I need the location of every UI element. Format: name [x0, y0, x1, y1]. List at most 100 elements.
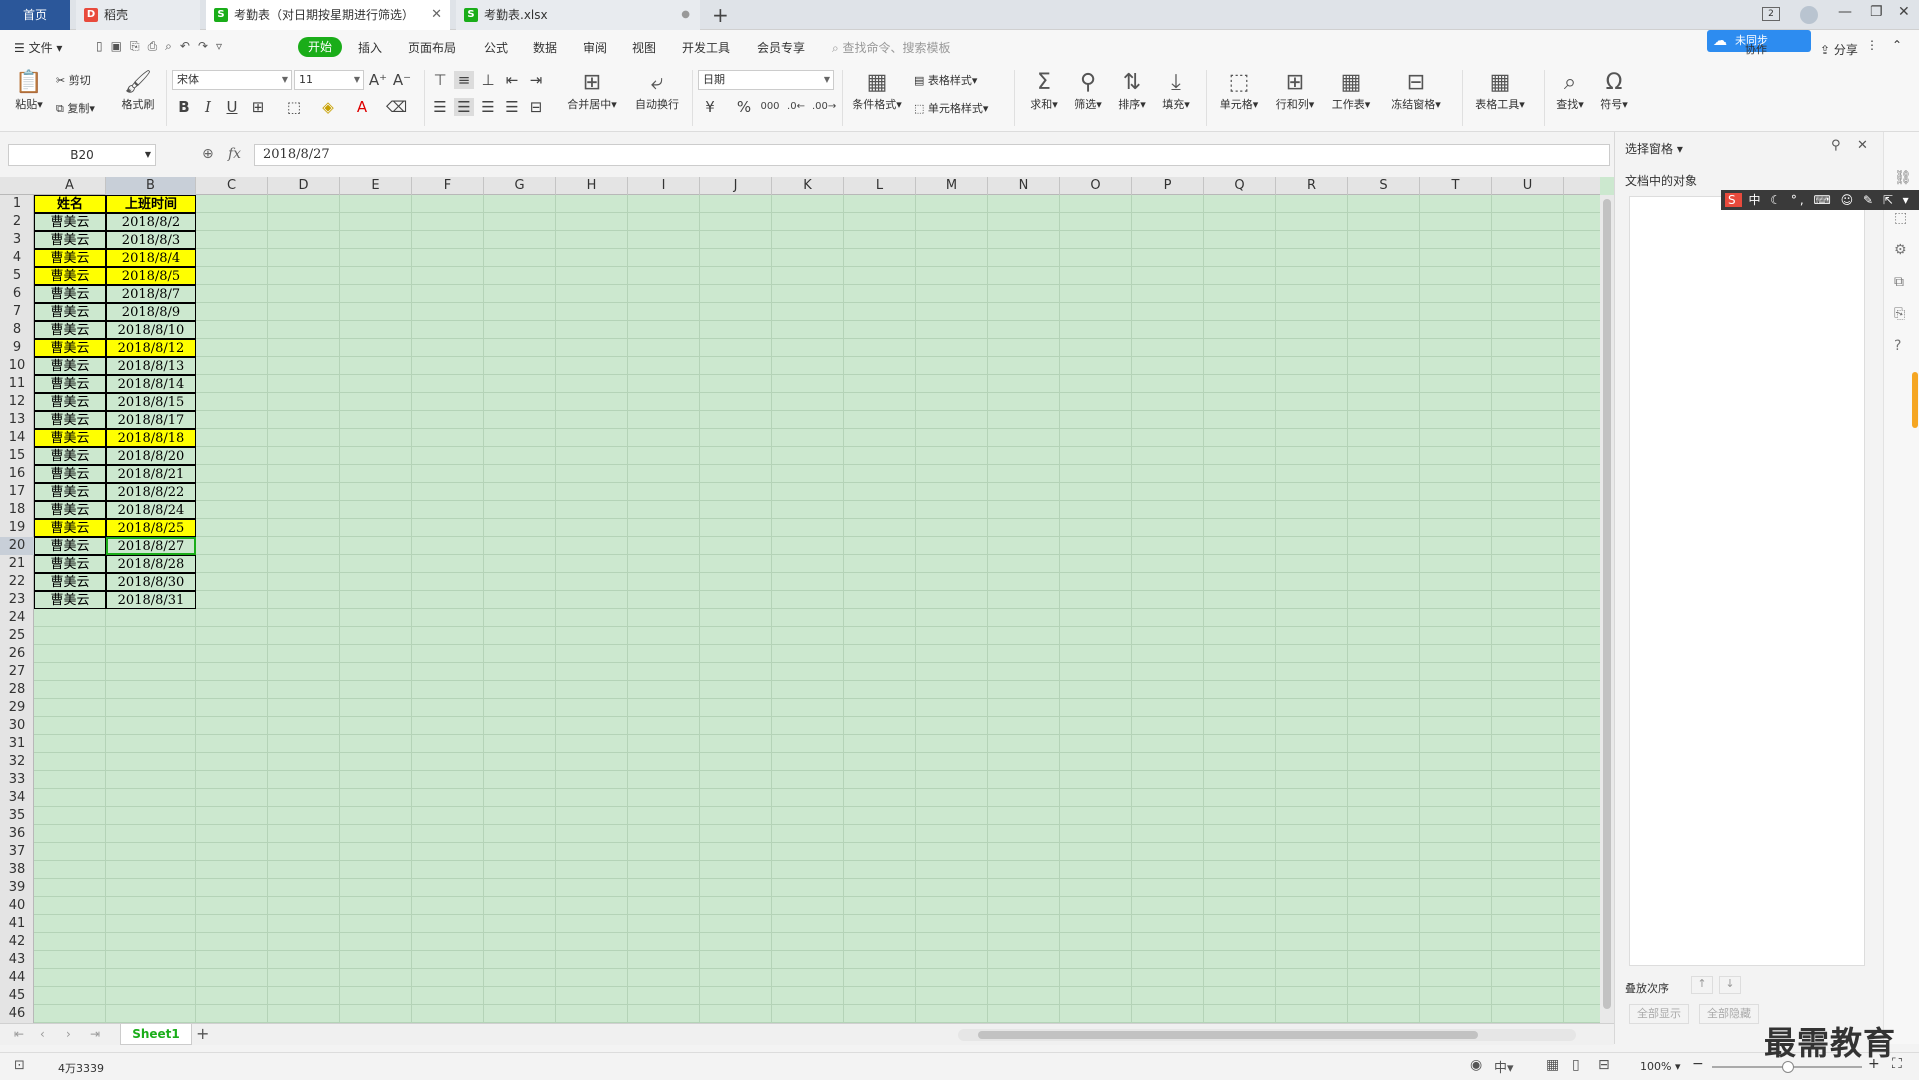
share-button[interactable]: ⇪ 分享	[1820, 41, 1858, 58]
save-icon[interactable]: ▣	[111, 39, 130, 53]
table-style-button[interactable]: ▤ 表格样式▾	[914, 72, 977, 88]
row-header[interactable]: 36	[0, 825, 34, 843]
hide-all-button[interactable]: 全部隐藏	[1699, 1004, 1759, 1024]
paste-button[interactable]: 📋 粘贴▾	[10, 70, 48, 112]
wrap-text-button[interactable]: ⤶ 自动换行	[630, 70, 684, 112]
italic-button[interactable]: I	[198, 98, 218, 116]
menu-start[interactable]: 开始	[298, 37, 342, 57]
sort-button[interactable]: ⇅ 排序▾	[1112, 70, 1152, 112]
column-header-M[interactable]: M	[916, 177, 988, 195]
cell-button[interactable]: ⬚ 单元格▾	[1214, 70, 1264, 112]
font-shrink-icon[interactable]: A⁻	[392, 71, 412, 89]
bold-button[interactable]: B	[174, 98, 194, 116]
fx-button[interactable]: fx	[228, 146, 241, 162]
column-header-U[interactable]: U	[1492, 177, 1564, 195]
header-name-cell[interactable]: 姓名	[34, 195, 106, 213]
name-cell[interactable]: 曹美云	[34, 483, 106, 501]
column-header-D[interactable]: D	[268, 177, 340, 195]
normal-view-icon[interactable]: ▦	[1546, 1057, 1559, 1073]
indent-decrease-icon[interactable]: ⇤	[502, 71, 522, 89]
name-cell[interactable]: 曹美云	[34, 375, 106, 393]
date-cell[interactable]: 2018/8/4	[106, 249, 196, 267]
thousands-icon[interactable]: 000	[760, 98, 780, 116]
row-header[interactable]: 3	[0, 231, 34, 249]
prev-sheet-icon[interactable]: ‹	[40, 1027, 45, 1041]
row-header[interactable]: 34	[0, 789, 34, 807]
column-header-C[interactable]: C	[196, 177, 268, 195]
distribute-icon[interactable]: ⊟	[526, 98, 546, 116]
row-header[interactable]: 26	[0, 645, 34, 663]
menu-review[interactable]: 审阅	[583, 39, 607, 56]
name-cell[interactable]: 曹美云	[34, 393, 106, 411]
avatar[interactable]	[1800, 6, 1818, 24]
minimize-icon[interactable]: —	[1838, 4, 1852, 20]
selection-pane-title[interactable]: 选择窗格 ▾	[1625, 140, 1683, 157]
date-cell[interactable]: 2018/8/14	[106, 375, 196, 393]
row-header[interactable]: 4	[0, 249, 34, 267]
name-cell[interactable]: 曹美云	[34, 249, 106, 267]
macro-icon[interactable]: ⊡	[14, 1058, 25, 1073]
close-icon[interactable]: ✕	[1857, 138, 1868, 153]
worksheet-button[interactable]: ▦ 工作表▾	[1326, 70, 1376, 112]
cell-format-icon[interactable]: ⬚	[284, 98, 304, 116]
row-header[interactable]: 10	[0, 357, 34, 375]
tab-attendance-filter[interactable]: S 考勤表（对日期按星期进行筛选） ✕	[206, 0, 450, 30]
header-time-cell[interactable]: 上班时间	[106, 195, 196, 213]
select-icon[interactable]: ⬚	[1894, 210, 1907, 226]
input-mode-icon[interactable]: 中▾	[1494, 1057, 1514, 1076]
number-format-select[interactable]: 日期 ▼	[698, 70, 834, 90]
align-middle-icon[interactable]: ≡	[454, 71, 474, 89]
row-header[interactable]: 42	[0, 933, 34, 951]
close-icon[interactable]: ✕	[431, 0, 442, 30]
indent-increase-icon[interactable]: ⇥	[526, 71, 546, 89]
name-cell[interactable]: 曹美云	[34, 573, 106, 591]
menu-insert[interactable]: 插入	[358, 39, 382, 56]
row-header[interactable]: 39	[0, 879, 34, 897]
date-cell[interactable]: 2018/8/9	[106, 303, 196, 321]
row-header[interactable]: 32	[0, 753, 34, 771]
move-down-icon[interactable]: ↓	[1719, 976, 1741, 994]
symbol-button[interactable]: Ω 符号▾	[1594, 70, 1634, 112]
row-header[interactable]: 45	[0, 987, 34, 1005]
date-cell[interactable]: 2018/8/13	[106, 357, 196, 375]
clear-icon[interactable]: ⌫	[386, 98, 407, 116]
row-header[interactable]: 1	[0, 195, 34, 213]
date-cell[interactable]: 2018/8/3	[106, 231, 196, 249]
align-bottom-icon[interactable]: ⊥	[478, 71, 498, 89]
row-header[interactable]: 6	[0, 285, 34, 303]
row-header[interactable]: 15	[0, 447, 34, 465]
find-button[interactable]: ⌕ 查找▾	[1550, 70, 1590, 112]
row-header[interactable]: 19	[0, 519, 34, 537]
date-cell[interactable]: 2018/8/28	[106, 555, 196, 573]
last-sheet-icon[interactable]: ⇥	[90, 1027, 100, 1041]
menu-page-layout[interactable]: 页面布局	[408, 39, 456, 56]
row-header[interactable]: 25	[0, 627, 34, 645]
row-header[interactable]: 9	[0, 339, 34, 357]
menu-view[interactable]: 视图	[632, 39, 656, 56]
row-header[interactable]: 7	[0, 303, 34, 321]
name-cell[interactable]: 曹美云	[34, 591, 106, 609]
side-scroll-handle[interactable]	[1912, 372, 1918, 428]
redo-icon[interactable]: ↷	[198, 39, 216, 53]
date-cell[interactable]: 2018/8/10	[106, 321, 196, 339]
tab-home[interactable]: 首页	[0, 0, 70, 30]
objects-list[interactable]	[1629, 196, 1865, 966]
object-icon[interactable]: ⛓	[1894, 170, 1912, 186]
column-header-S[interactable]: S	[1348, 177, 1420, 195]
column-header-L[interactable]: L	[844, 177, 916, 195]
menu-data[interactable]: 数据	[533, 39, 557, 56]
name-cell[interactable]: 曹美云	[34, 447, 106, 465]
sum-button[interactable]: Σ 求和▾	[1024, 70, 1064, 112]
name-cell[interactable]: 曹美云	[34, 339, 106, 357]
collaborate-button[interactable]: 协作	[1745, 41, 1767, 57]
date-cell[interactable]: 2018/8/20	[106, 447, 196, 465]
row-col-button[interactable]: ⊞ 行和列▾	[1270, 70, 1320, 112]
name-box[interactable]: B20 ▼	[8, 144, 156, 166]
pin-icon[interactable]: ⚲	[1831, 138, 1841, 153]
show-all-button[interactable]: 全部显示	[1629, 1004, 1689, 1024]
row-header[interactable]: 23	[0, 591, 34, 609]
column-header-A[interactable]: A	[34, 177, 106, 195]
row-header[interactable]: 24	[0, 609, 34, 627]
date-cell[interactable]: 2018/8/31	[106, 591, 196, 609]
file-menu[interactable]: ☰ 文件 ▾	[14, 39, 62, 56]
